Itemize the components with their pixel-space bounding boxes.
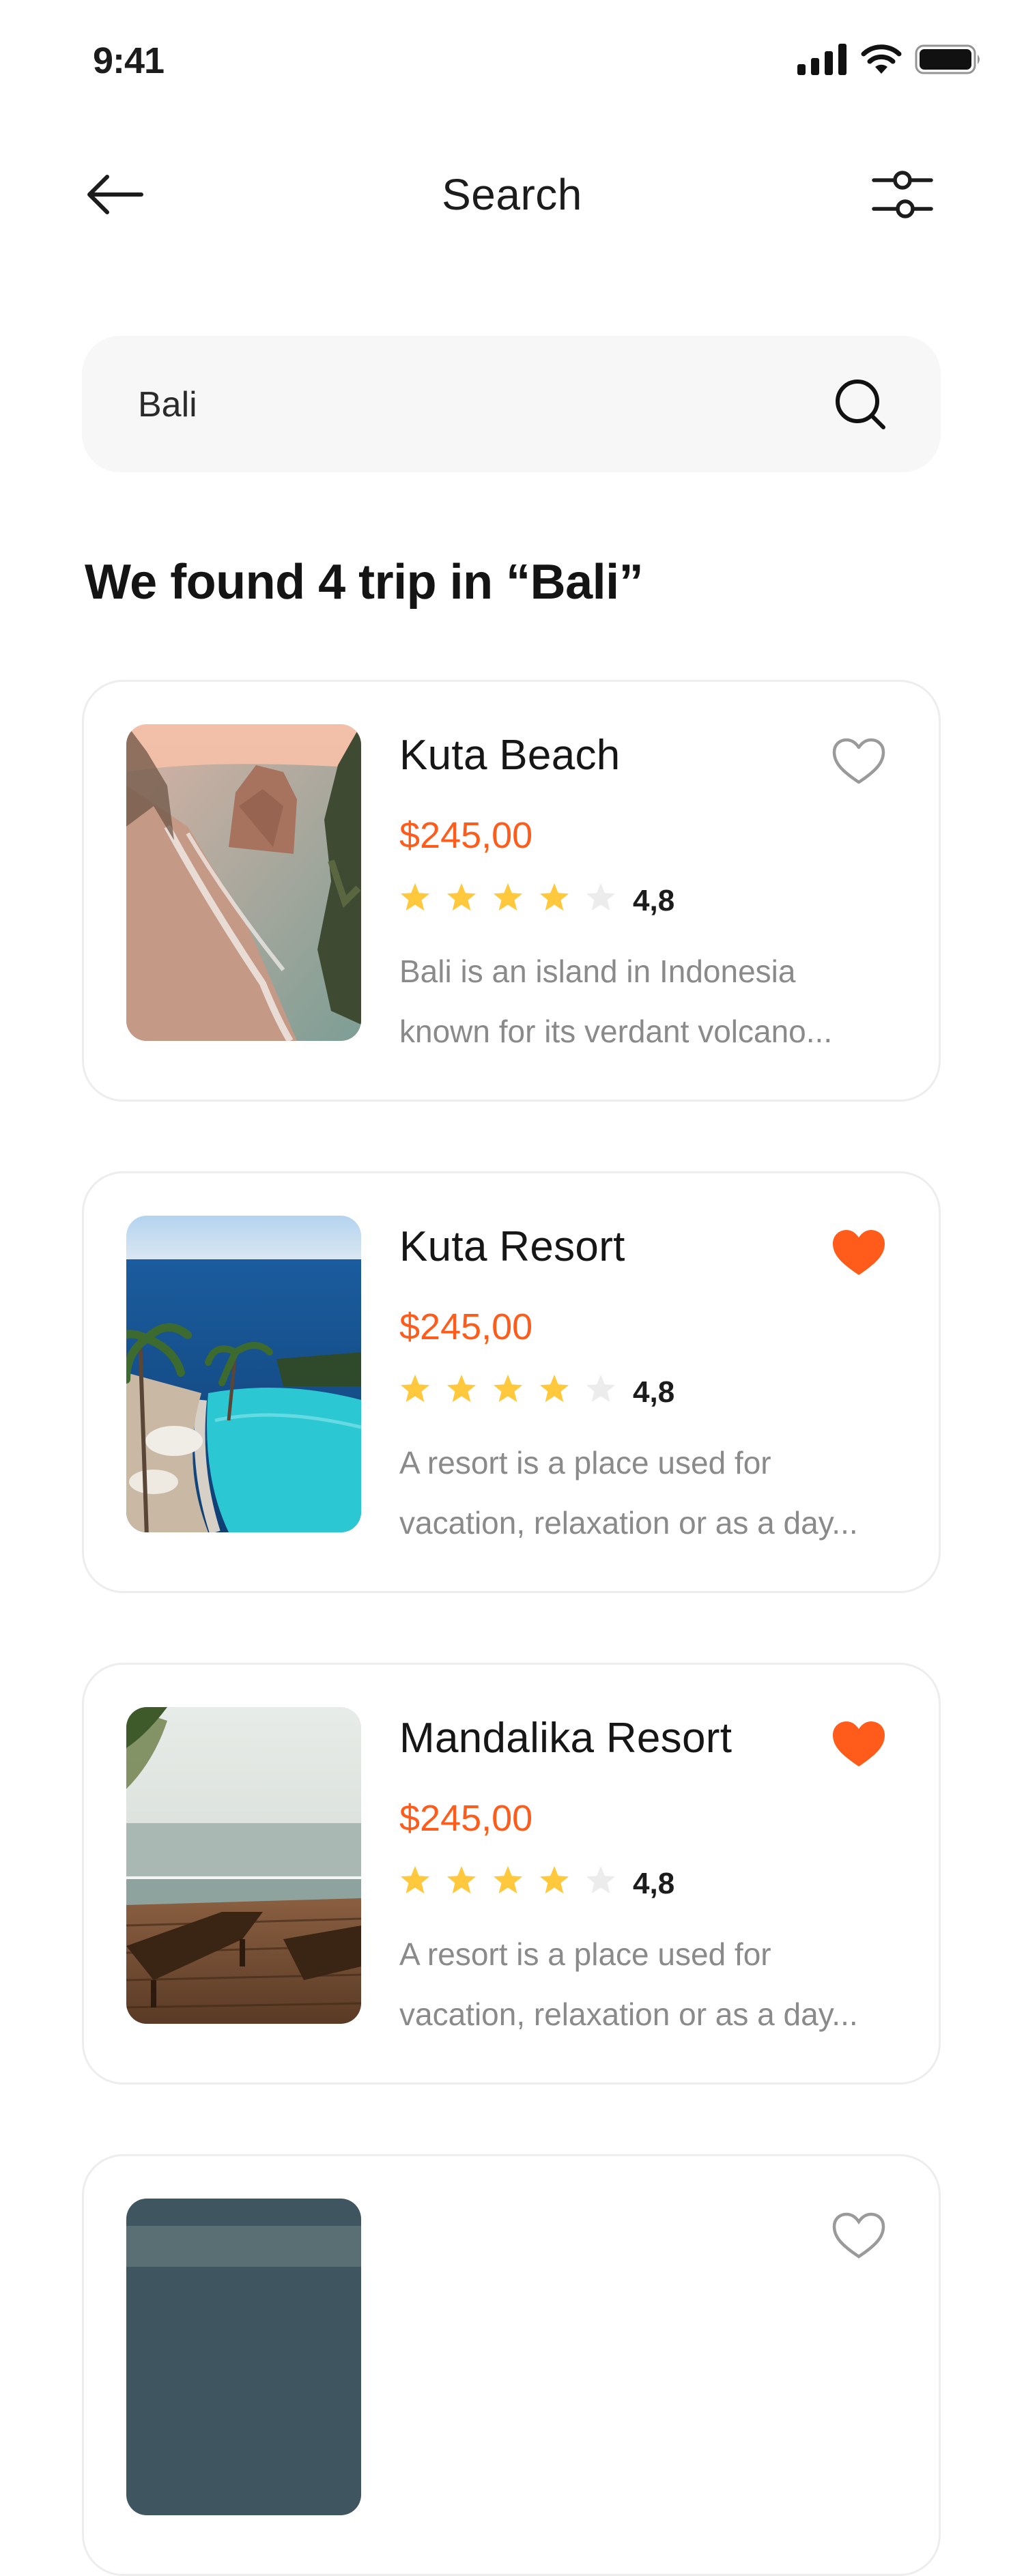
rating-value: 4,8	[633, 1375, 675, 1409]
heart-outline-icon	[832, 738, 885, 784]
trip-card[interactable]: Kuta Beach $245,00 4,8 Bali is an island…	[82, 680, 941, 1102]
favorite-button[interactable]	[828, 2205, 890, 2267]
rating-stars	[399, 881, 616, 913]
results-heading: We found 4 trip in “Bali”	[85, 555, 644, 610]
beach-rock-photo	[126, 724, 361, 1041]
favorite-button[interactable]	[828, 1222, 890, 1284]
status-bar: 9:41	[0, 0, 1024, 123]
trip-photo	[126, 2199, 361, 2515]
filter-sliders-icon	[872, 171, 933, 218]
favorite-button[interactable]	[828, 731, 890, 792]
star-filled-icon	[493, 883, 523, 911]
star-empty-icon	[586, 1865, 616, 1894]
trip-name: Mandalika Resort	[399, 1715, 733, 1762]
trip-card[interactable]	[82, 2154, 941, 2576]
search-button[interactable]	[826, 370, 894, 438]
trip-name: Kuta Resort	[399, 1223, 625, 1270]
heart-filled-icon	[833, 1230, 885, 1275]
star-empty-icon	[586, 1374, 616, 1403]
header: Search	[0, 150, 1024, 239]
rating-value: 4,8	[633, 884, 675, 917]
trip-description-line: A resort is a place used for	[399, 1936, 771, 1972]
star-filled-icon	[446, 1374, 477, 1403]
trip-price: $245,00	[399, 1306, 533, 1347]
status-icons	[797, 44, 983, 75]
trip-description-line: known for its verdant volcano...	[399, 1014, 833, 1049]
star-filled-icon	[539, 1865, 569, 1894]
trip-description-line: Bali is an island in Indonesia	[399, 954, 796, 989]
heart-filled-icon	[833, 1721, 885, 1766]
trip-price: $245,00	[399, 1798, 533, 1839]
trip-price: $245,00	[399, 815, 533, 856]
trip-description-line: vacation, relaxation or as a day...	[399, 1505, 858, 1541]
rating-stars	[399, 1373, 616, 1404]
trip-description-line: A resort is a place used for	[399, 1445, 771, 1480]
trip-description: A resort is a place used for vacation, r…	[399, 1924, 891, 2044]
signal-icon	[797, 44, 847, 75]
star-filled-icon	[539, 1374, 569, 1403]
trip-card[interactable]: Kuta Resort $245,00 4,8 A resort is a pl…	[82, 1171, 941, 1593]
star-filled-icon	[493, 1374, 523, 1403]
search-bar	[82, 336, 941, 472]
filter-button[interactable]	[868, 161, 937, 229]
battery-icon	[915, 44, 980, 74]
trip-card[interactable]: Mandalika Resort $245,00 4,8 A resort is…	[82, 1663, 941, 2085]
star-filled-icon	[400, 1374, 430, 1403]
rating-value: 4,8	[633, 1867, 675, 1900]
trip-description: A resort is a place used for vacation, r…	[399, 1433, 891, 1553]
star-filled-icon	[493, 1865, 523, 1894]
wifi-icon	[861, 44, 902, 74]
resort-pool-photo	[126, 1216, 361, 1532]
star-filled-icon	[400, 1865, 430, 1894]
sea-deck-photo	[126, 1707, 361, 2024]
trip-description-line: vacation, relaxation or as a day...	[399, 1997, 858, 2032]
heart-outline-icon	[832, 2212, 885, 2259]
star-empty-icon	[586, 883, 616, 911]
star-filled-icon	[539, 883, 569, 911]
star-filled-icon	[446, 883, 477, 911]
star-filled-icon	[400, 883, 430, 911]
rating-stars	[399, 1864, 616, 1895]
status-time: 9:41	[93, 40, 165, 81]
trip-description: Bali is an island in Indonesia known for…	[399, 941, 891, 1061]
favorite-button[interactable]	[828, 1714, 890, 1775]
search-input[interactable]	[137, 370, 822, 440]
trip-name: Kuta Beach	[399, 732, 621, 779]
star-filled-icon	[446, 1865, 477, 1894]
search-icon	[836, 380, 885, 429]
